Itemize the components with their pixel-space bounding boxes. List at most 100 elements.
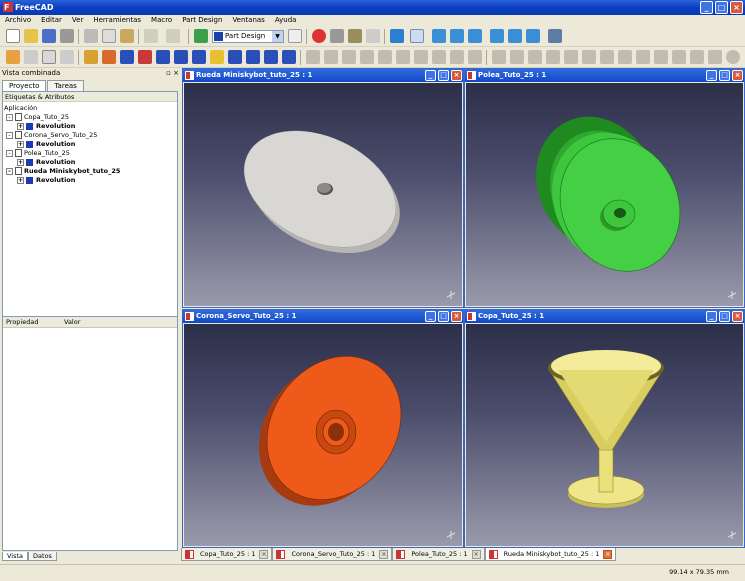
menu-ayuda[interactable]: Ayuda: [270, 15, 302, 26]
maximize-button[interactable]: □: [715, 1, 728, 14]
3d-canvas[interactable]: [184, 83, 462, 306]
menu-macro[interactable]: Macro: [146, 15, 177, 26]
tab-proyecto[interactable]: Proyecto: [2, 80, 47, 91]
minimize-button[interactable]: _: [425, 70, 436, 81]
constrain-lock-icon[interactable]: [654, 50, 668, 64]
revolution-icon[interactable]: [120, 50, 134, 64]
pocket-icon[interactable]: [102, 50, 116, 64]
doc-tab[interactable]: Polea_Tuto_25 : 1 ×: [392, 548, 485, 561]
minimize-button[interactable]: _: [425, 311, 436, 322]
constrain-vertical-icon[interactable]: [528, 50, 542, 64]
sketch-rectangle-icon[interactable]: [396, 50, 410, 64]
3d-canvas[interactable]: [184, 324, 462, 546]
constrain-distance-x-icon[interactable]: [672, 50, 686, 64]
doc-tab-active[interactable]: Rueda Miniskybot_tuto_25 : 1 ×: [484, 548, 617, 561]
isometric-view-icon[interactable]: [410, 29, 424, 43]
close-button[interactable]: ×: [730, 1, 743, 14]
sketch-icon[interactable]: [6, 50, 20, 64]
workbench-select[interactable]: Part Design ▼: [212, 30, 284, 43]
construction-mode-icon[interactable]: [468, 50, 482, 64]
panel-float-close-icon[interactable]: ▫ ×: [166, 68, 179, 79]
multi-transform-icon[interactable]: [282, 50, 296, 64]
chamfer-icon[interactable]: [174, 50, 188, 64]
close-button[interactable]: ×: [732, 70, 743, 81]
constrain-parallel-icon[interactable]: [564, 50, 578, 64]
leave-sketch-icon[interactable]: [60, 50, 74, 64]
tree-feature-item[interactable]: + Revolution: [17, 176, 75, 185]
left-view-icon[interactable]: [526, 29, 540, 43]
tab-datos[interactable]: Datos: [28, 552, 57, 561]
redo-icon[interactable]: [166, 29, 180, 43]
paste-icon[interactable]: [120, 29, 134, 43]
menu-ver[interactable]: Ver: [67, 15, 88, 26]
edit-macro-icon[interactable]: [348, 29, 362, 43]
constrain-horizontal-icon[interactable]: [546, 50, 560, 64]
right-view-icon[interactable]: [468, 29, 482, 43]
tree-doc-item[interactable]: - Polea_Tuto_25: [6, 149, 70, 158]
minimize-button[interactable]: _: [706, 70, 717, 81]
maximize-button[interactable]: □: [719, 70, 730, 81]
constrain-distance-y-icon[interactable]: [690, 50, 704, 64]
tab-tareas[interactable]: Tareas: [47, 80, 84, 91]
refresh-icon[interactable]: [194, 29, 208, 43]
menu-editar[interactable]: Editar: [36, 15, 67, 26]
doc-tab[interactable]: Copa_Tuto_25 : 1 ×: [181, 548, 273, 561]
mirrored-icon[interactable]: [210, 50, 224, 64]
view-sketch-icon[interactable]: [24, 50, 38, 64]
front-view-icon[interactable]: [432, 29, 446, 43]
stop-macro-icon[interactable]: [330, 29, 344, 43]
groove-icon[interactable]: [138, 50, 152, 64]
constrain-perpendicular-icon[interactable]: [582, 50, 596, 64]
record-macro-icon[interactable]: [312, 29, 326, 43]
pad-icon[interactable]: [84, 50, 98, 64]
doc-tab[interactable]: Corona_Servo_Tuto_25 : 1 ×: [272, 548, 393, 561]
maximize-button[interactable]: □: [438, 70, 449, 81]
view-corona[interactable]: Corona_Servo_Tuto_25 : 1 _ □ ×: [182, 309, 464, 548]
sketch-circle-icon[interactable]: [360, 50, 374, 64]
whats-this-icon[interactable]: [288, 29, 302, 43]
view-copa[interactable]: Copa_Tuto_25 : 1 _ □ ×: [464, 309, 745, 548]
constrain-point-on-object-icon[interactable]: [510, 50, 524, 64]
copy-icon[interactable]: [102, 29, 116, 43]
constrain-coincident-icon[interactable]: [492, 50, 506, 64]
tree-feature-item[interactable]: + Revolution: [17, 158, 75, 167]
cut-icon[interactable]: [84, 29, 98, 43]
tree-feature-item[interactable]: + Revolution: [17, 140, 75, 149]
open-folder-icon[interactable]: [24, 29, 38, 43]
linear-pattern-icon[interactable]: [228, 50, 242, 64]
tree-feature-item[interactable]: + Revolution: [17, 122, 75, 131]
fillet-icon[interactable]: [156, 50, 170, 64]
close-tab-icon[interactable]: ×: [471, 550, 481, 559]
close-button[interactable]: ×: [732, 311, 743, 322]
3d-canvas[interactable]: [466, 83, 743, 306]
undo-icon[interactable]: [144, 29, 158, 43]
3d-canvas[interactable]: [466, 324, 743, 546]
constrain-radius-icon[interactable]: [726, 50, 740, 64]
minimize-button[interactable]: _: [706, 311, 717, 322]
sketch-point-icon[interactable]: [306, 50, 320, 64]
sketch-line-icon[interactable]: [324, 50, 338, 64]
view-polea[interactable]: Polea_Tuto_25 : 1 _ □ ×: [464, 68, 745, 308]
view-rueda[interactable]: Rueda Miniskybot_tuto_25 : 1 _ □ ×: [182, 68, 464, 308]
close-tab-icon[interactable]: ×: [259, 550, 269, 559]
close-button[interactable]: ×: [451, 70, 462, 81]
close-tab-icon[interactable]: ×: [603, 550, 613, 559]
rear-view-icon[interactable]: [490, 29, 504, 43]
sketch-trim-icon[interactable]: [432, 50, 446, 64]
external-geometry-icon[interactable]: [450, 50, 464, 64]
menu-ventanas[interactable]: Ventanas: [227, 15, 269, 26]
constrain-distance-icon[interactable]: [708, 50, 722, 64]
fit-all-icon[interactable]: [390, 29, 404, 43]
menu-herramientas[interactable]: Herramientas: [88, 15, 146, 26]
map-sketch-icon[interactable]: [42, 50, 56, 64]
tree-doc-item[interactable]: - Copa_Tuto_25: [6, 113, 69, 122]
close-tab-icon[interactable]: ×: [379, 550, 389, 559]
run-macro-icon[interactable]: [366, 29, 380, 43]
measure-icon[interactable]: [548, 29, 562, 43]
maximize-button[interactable]: □: [719, 311, 730, 322]
tab-vista[interactable]: Vista: [2, 552, 29, 561]
menu-archivo[interactable]: Archivo: [0, 15, 36, 26]
tree-doc-item[interactable]: - Corona_Servo_Tuto_25: [6, 131, 97, 140]
save-icon[interactable]: [42, 29, 56, 43]
new-document-icon[interactable]: [6, 29, 20, 43]
